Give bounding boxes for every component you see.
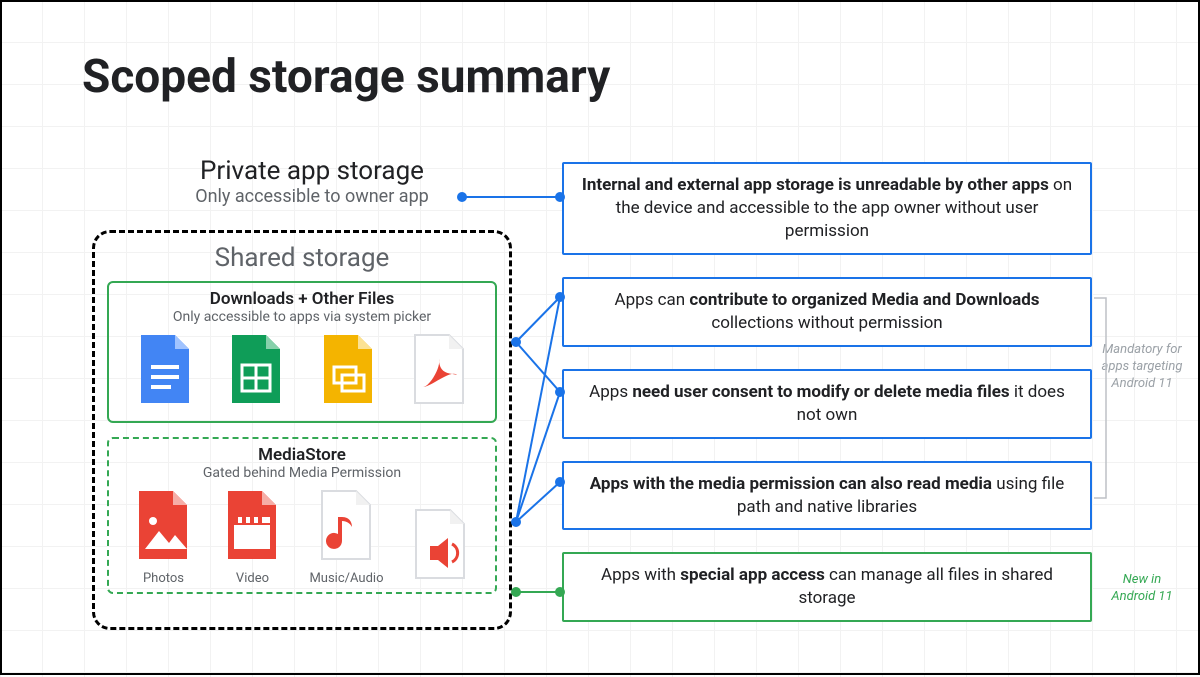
music-icon [314,487,378,563]
pdf-icon [407,331,471,407]
private-heading: Private app storage [152,156,472,186]
mediastore-icons: Photos Video Music/Audio [119,487,485,586]
mediastore-title: MediaStore [119,445,485,465]
slides-icon [316,331,380,407]
card-app-storage: Internal and external app storage is unr… [562,162,1092,255]
shared-storage-group: Shared storage Downloads + Other Files O… [92,230,512,630]
audio-icon [408,506,472,582]
private-sub: Only accessible to owner app [152,186,472,207]
music-label: Music/Audio [309,571,383,586]
card-consent: Apps need user consent to modify or dele… [562,369,1092,439]
downloads-sub: Only accessible to apps via system picke… [119,309,485,325]
sheets-icon [224,331,288,407]
card-contribute: Apps can contribute to organized Media a… [562,277,1092,347]
video-label: Video [220,571,284,586]
annotation-new: New in Android 11 [1102,572,1182,606]
docs-icon [133,331,197,407]
photos-icon [131,487,195,563]
mediastore-group: MediaStore Gated behind Media Permission… [107,437,497,594]
card-media-permission: Apps with the media permission can also … [562,461,1092,531]
page-title: Scoped storage summary [82,50,610,104]
downloads-icons [119,331,485,411]
downloads-group: Downloads + Other Files Only accessible … [107,281,497,423]
photos-label: Photos [131,571,195,586]
video-icon [220,487,284,563]
c1-bold: Internal and external app storage is unr… [582,175,1049,195]
annotation-mandatory: Mandatory for apps targeting Android 11 [1097,342,1187,393]
downloads-title: Downloads + Other Files [119,289,485,309]
card-special-access: Apps with special app access can manage … [562,552,1092,622]
mediastore-sub: Gated behind Media Permission [119,465,485,481]
shared-heading: Shared storage [107,243,497,273]
private-storage-header: Private app storage Only accessible to o… [152,156,472,207]
